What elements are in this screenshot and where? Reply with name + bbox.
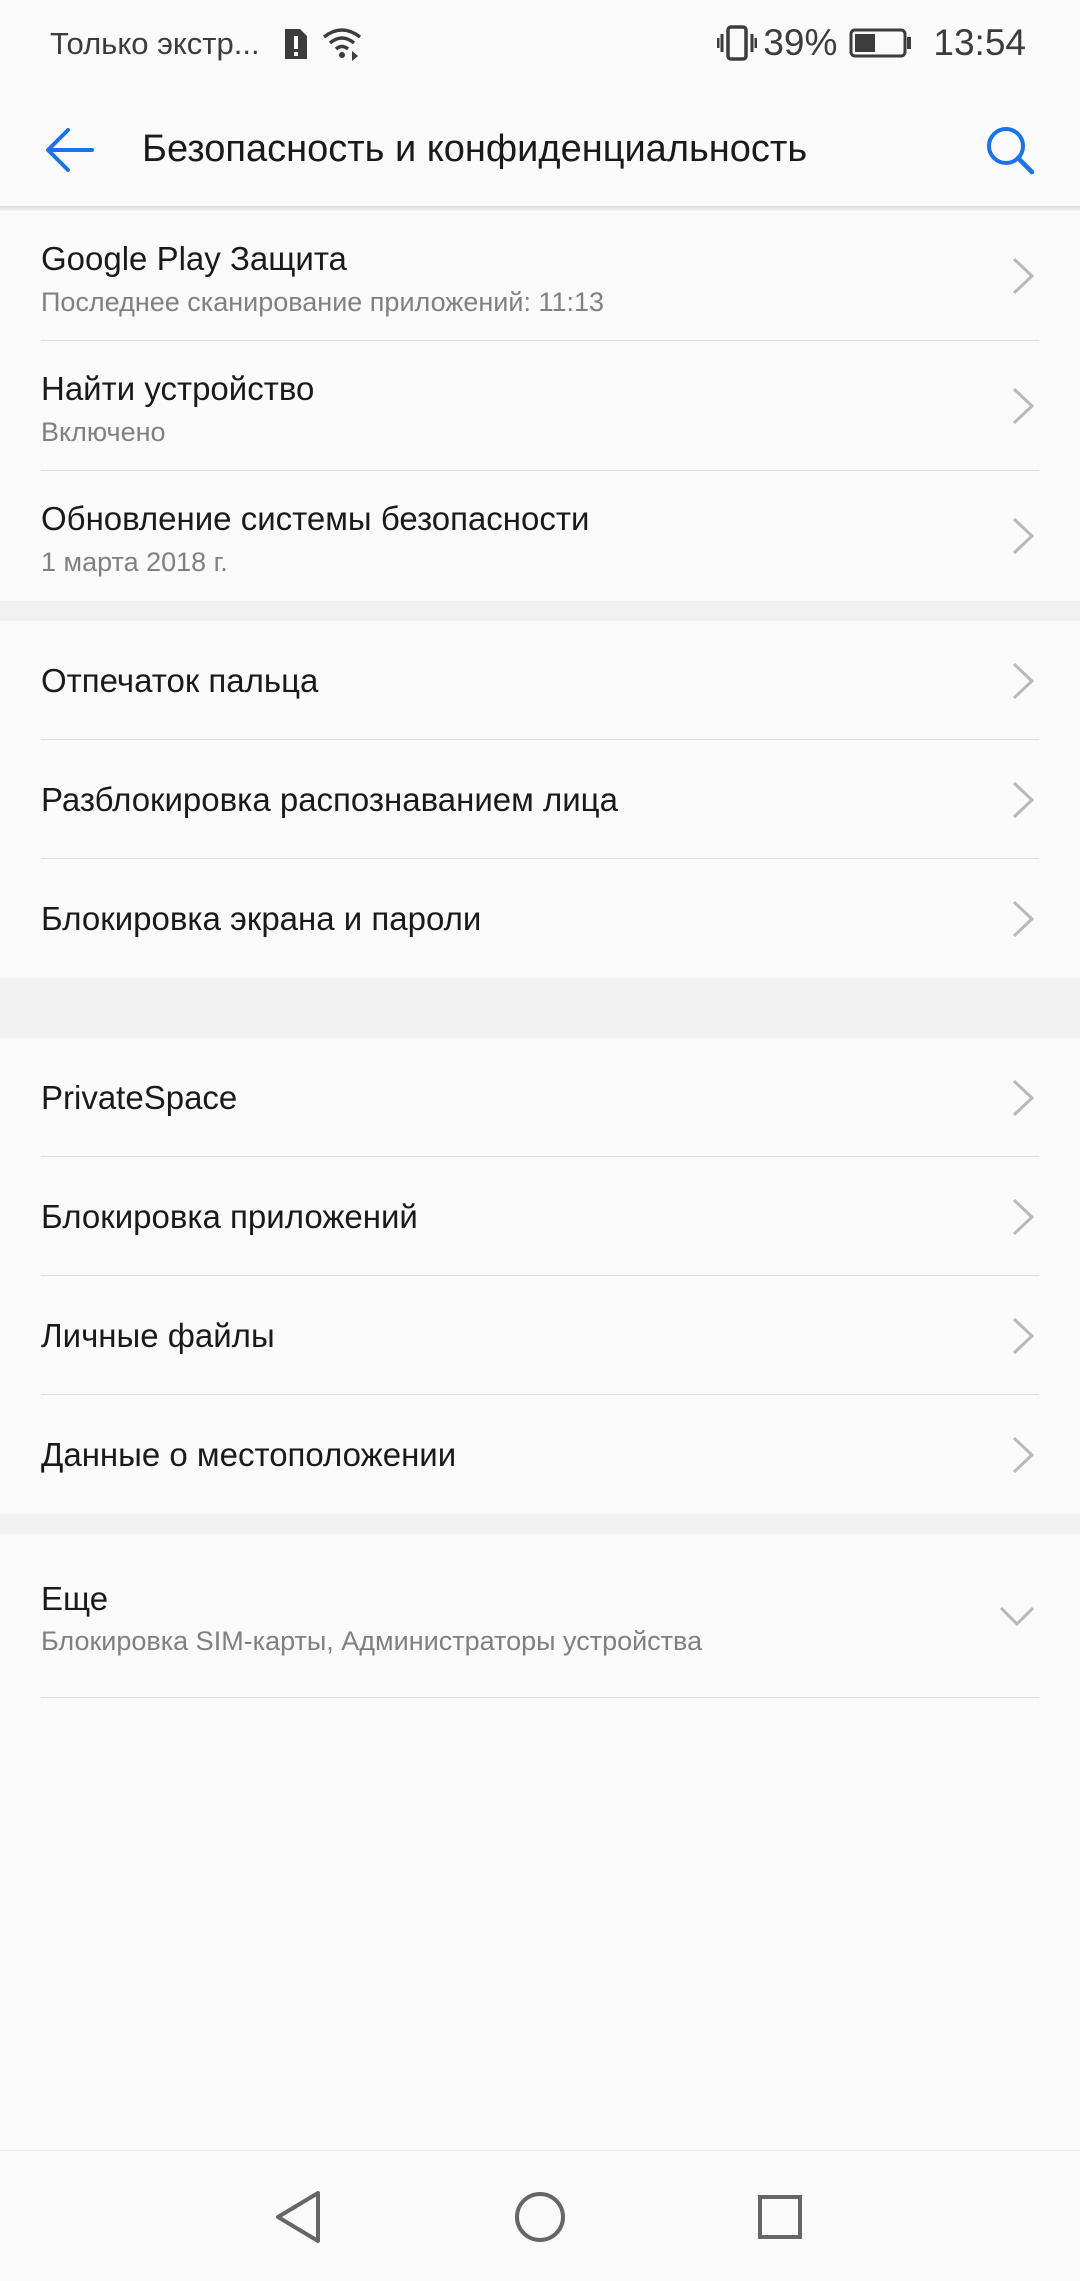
list-item-title: Отпечаток пальца [41,662,319,699]
list-item-screen-lock[interactable]: Блокировка экрана и пароли [0,859,1080,978]
square-recents-icon [758,2195,802,2239]
list-item-app-lock[interactable]: Блокировка приложений [0,1157,1080,1276]
nav-recents-button[interactable] [748,2185,812,2249]
list-item-private-space[interactable]: PrivateSpace [0,1038,1080,1157]
list-item-subtitle: Блокировка SIM-карты, Администраторы уст… [41,1626,703,1656]
chevron-right-icon [1012,781,1035,819]
chevron-right-icon [1012,1198,1035,1236]
list-item-security-update[interactable]: Обновление системы безопасности 1 марта … [0,471,1080,601]
back-button[interactable] [40,120,100,180]
chevron-right-icon [1012,1079,1035,1117]
navigation-bar [0,2150,1080,2281]
chevron-right-icon [1012,1436,1035,1474]
list-item-title: Блокировка приложений [41,1198,418,1235]
settings-group-3: PrivateSpace Блокировка приложений Личны… [0,1038,1080,1514]
search-icon [987,127,1035,175]
status-bar: Только экстр... 39% 13:54 [0,0,1080,92]
list-item-title: Данные о местоположении [41,1436,457,1473]
settings-group-2: Отпечаток пальца Разблокировка распознав… [0,621,1080,978]
section-gap [0,1514,1080,1534]
settings-group-1: Google Play Защита Последнее сканировани… [0,211,1080,601]
vibrate-icon [717,24,758,62]
triangle-back-icon [276,2191,320,2243]
list-item-title: Блокировка экрана и пароли [41,900,482,937]
list-item-title: Разблокировка распознаванием лица [41,781,618,818]
arrow-left-icon [46,128,94,172]
chevron-right-icon [1012,900,1035,938]
list-item-face-unlock[interactable]: Разблокировка распознаванием лица [0,740,1080,859]
list-item-safe-files[interactable]: Личные файлы [0,1276,1080,1395]
battery-icon [849,28,913,58]
list-item-subtitle: Последнее сканирование приложений: 11:13 [41,287,605,317]
status-right: 39% 13:54 [717,22,1026,64]
section-gap [0,601,1080,621]
status-notice: Только экстр... [50,26,260,61]
sim-alert-icon [282,27,310,61]
chevron-right-icon [1012,387,1035,425]
wifi-icon [322,27,362,61]
clock: 13:54 [933,22,1026,63]
list-item-title: Еще [41,1580,109,1617]
settings-group-4: Еще Блокировка SIM-карты, Администраторы… [0,1534,1080,2150]
circle-home-icon [515,2192,565,2242]
list-item-title: Личные файлы [41,1317,275,1354]
search-button[interactable] [980,120,1040,180]
chevron-down-icon [999,1606,1035,1627]
status-left: Только экстр... [50,26,362,62]
list-item-subtitle: 1 марта 2018 г. [41,547,228,577]
page-title: Безопасность и конфиденциальность [142,128,808,170]
chevron-right-icon [1012,1317,1035,1355]
section-gap [0,978,1080,1038]
app-bar: Безопасность и конфиденциальность [0,92,1080,206]
battery-percent: 39% [763,22,838,63]
list-item-subtitle: Включено [41,417,166,447]
nav-home-button[interactable] [508,2185,572,2249]
chevron-right-icon [1012,517,1035,555]
nav-back-button[interactable] [268,2185,332,2249]
list-item-title: Google Play Защита [41,240,347,277]
list-item-fingerprint[interactable]: Отпечаток пальца [0,621,1080,740]
list-item-title: Обновление системы безопасности [41,500,590,537]
chevron-right-icon [1012,662,1035,700]
list-item-find-device[interactable]: Найти устройство Включено [0,341,1080,471]
list-item-location-data[interactable]: Данные о местоположении [0,1395,1080,1514]
list-item-more[interactable]: Еще Блокировка SIM-карты, Администраторы… [0,1534,1080,1698]
list-item-title: PrivateSpace [41,1079,238,1116]
chevron-right-icon [1012,257,1035,295]
list-item-google-play-protect[interactable]: Google Play Защита Последнее сканировани… [0,211,1080,341]
list-item-title: Найти устройство [41,370,315,407]
divider [41,1697,1039,1698]
